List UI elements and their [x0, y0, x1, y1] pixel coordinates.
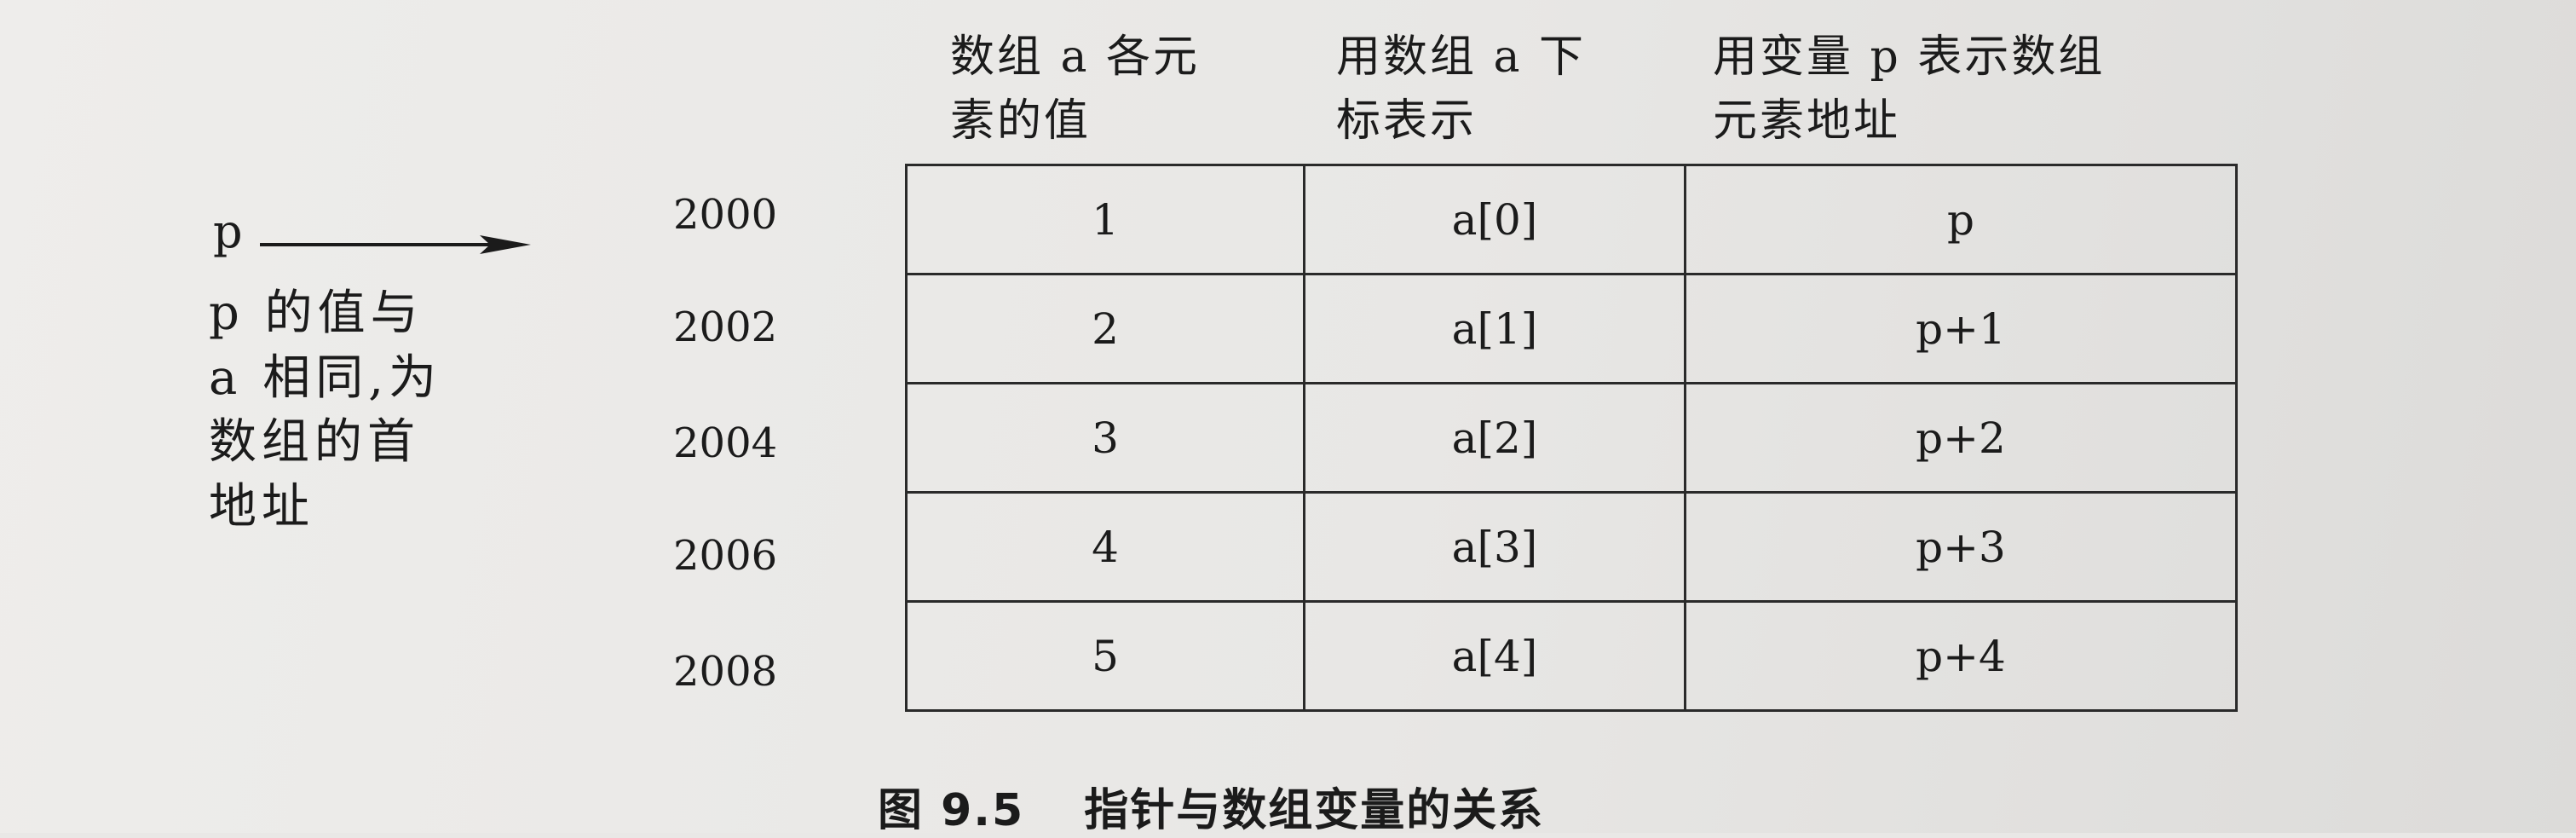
figure-title: 指针与数组变量的关系: [1084, 785, 1545, 836]
header-pointer-notation: 用变量 p 表示数组 元素地址: [1713, 26, 2105, 154]
side-note: p 的值与 a 相同,为 数组的首 地址: [209, 281, 441, 539]
pointer-cell: p+2: [1684, 382, 2238, 494]
subscript-cell: a[1]: [1303, 273, 1686, 384]
pointer-cell: p+3: [1684, 491, 2238, 603]
address-label: 2002: [673, 303, 778, 351]
side-note-line: 地址: [209, 478, 314, 535]
header-element-values: 数组 a 各元 素的值: [950, 26, 1200, 154]
figure-page: 数组 a 各元 素的值 用数组 a 下 标表示 用变量 p 表示数组 元素地址 …: [0, 0, 2576, 836]
array-table: 1 a[0] p 2 a[1] p+1 3 a[2] p+2 4 a[3] p+…: [905, 164, 2238, 712]
side-note-line: p 的值与: [209, 286, 424, 341]
table-row: 5 a[4] p+4: [905, 600, 2238, 712]
side-note-line: 数组的首: [209, 414, 420, 471]
header-line: 素的值: [950, 95, 1092, 147]
element-value-cell: 3: [905, 382, 1305, 494]
element-value-cell: 5: [905, 600, 1305, 712]
header-line: 数组 a 各元: [950, 32, 1201, 83]
figure-caption: 图 9.5 指针与数组变量的关系: [878, 774, 1544, 838]
header-line: 元素地址: [1713, 95, 1901, 147]
subscript-cell: a[3]: [1303, 491, 1686, 603]
subscript-cell: a[0]: [1303, 164, 1686, 275]
table-row: 2 a[1] p+1: [905, 273, 2238, 384]
header-line: 用数组 a 下: [1336, 32, 1587, 83]
table-row: 3 a[2] p+2: [905, 382, 2238, 494]
element-value-cell: 4: [905, 491, 1305, 603]
pointer-cell: p+1: [1684, 273, 2238, 384]
side-note-line: a 相同,为: [209, 350, 441, 406]
header-line: 标表示: [1336, 95, 1478, 147]
table-row: 4 a[3] p+3: [905, 491, 2238, 603]
figure-number: 图 9.5: [878, 785, 1025, 836]
header-subscript-notation: 用数组 a 下 标表示: [1336, 26, 1586, 154]
address-label: 2006: [673, 532, 778, 580]
element-value-cell: 2: [905, 273, 1305, 384]
arrow-right-icon: [260, 235, 531, 254]
table-row: 1 a[0] p: [905, 164, 2238, 275]
subscript-cell: a[2]: [1303, 382, 1686, 494]
address-label: 2008: [673, 648, 778, 696]
pointer-cell: p+4: [1684, 600, 2238, 712]
subscript-cell: a[4]: [1303, 600, 1686, 712]
address-label: 2004: [673, 419, 778, 467]
pointer-cell: p: [1684, 164, 2238, 275]
pointer-label: p: [213, 205, 243, 258]
header-line: 用变量 p 表示数组: [1713, 32, 2106, 83]
element-value-cell: 1: [905, 164, 1305, 275]
address-label: 2000: [673, 191, 778, 239]
